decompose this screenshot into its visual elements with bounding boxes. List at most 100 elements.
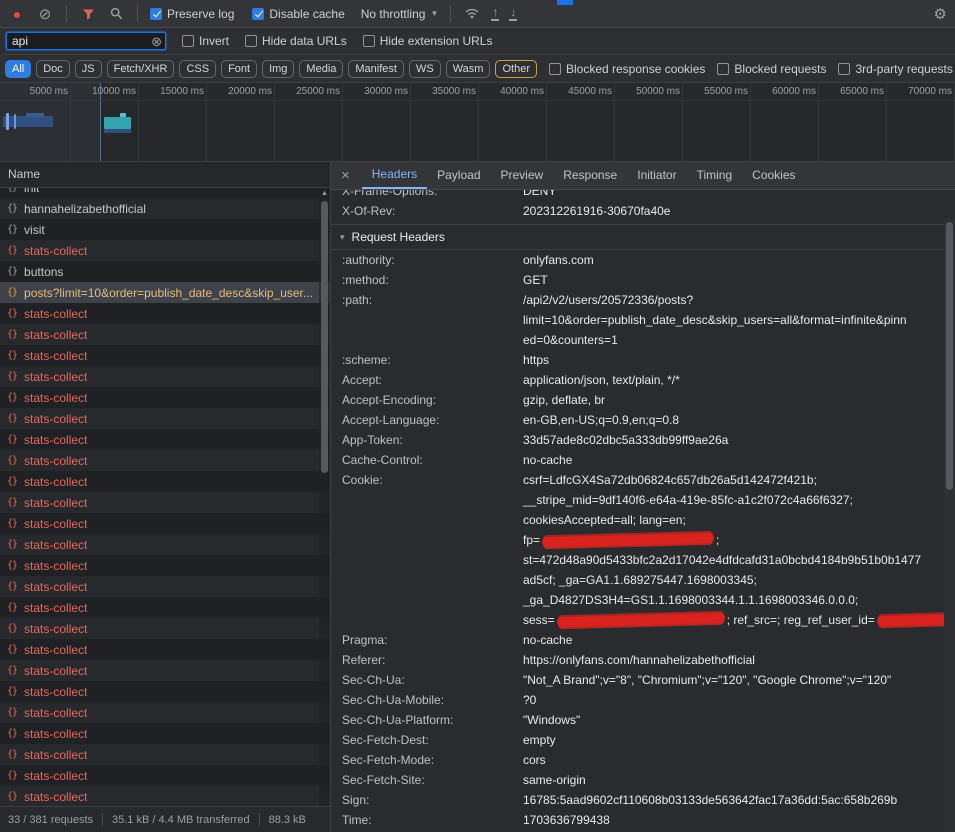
filter-input[interactable] — [6, 32, 166, 50]
scroll-up-arrow-icon[interactable]: ▲ — [321, 190, 328, 197]
request-row[interactable]: {}stats-collect — [0, 534, 330, 555]
request-name: stats-collect — [24, 349, 87, 363]
network-conditions-icon[interactable] — [463, 5, 481, 23]
request-row[interactable]: {}stats-collect — [0, 660, 330, 681]
request-row[interactable]: {}posts?limit=10&order=publish_date_desc… — [0, 282, 330, 303]
detail-tab-initiator[interactable]: Initiator — [627, 162, 686, 189]
request-row[interactable]: {}stats-collect — [0, 387, 330, 408]
type-filter-all[interactable]: All — [5, 60, 31, 78]
type-filter-font[interactable]: Font — [221, 60, 257, 78]
request-type-icon: {} — [7, 623, 17, 634]
detail-tab-preview[interactable]: Preview — [491, 162, 554, 189]
request-name: hannahelizabethofficial — [24, 202, 146, 216]
header-row: X-Of-Rev:202312261916-30670fa40e — [331, 201, 955, 221]
checkbox[interactable] — [245, 35, 257, 47]
throttling-dropdown[interactable]: No throttling ▼ — [361, 7, 439, 21]
request-row[interactable]: {}stats-collect — [0, 786, 330, 806]
request-row[interactable]: {}stats-collect — [0, 366, 330, 387]
type-filter-img[interactable]: Img — [262, 60, 294, 78]
request-row[interactable]: {}stats-collect — [0, 492, 330, 513]
network-overview-timeline[interactable]: 5000 ms10000 ms15000 ms20000 ms25000 ms3… — [0, 83, 955, 162]
checkbox[interactable] — [252, 8, 264, 20]
checkbox[interactable] — [549, 63, 561, 75]
request-list-scrollbar[interactable]: ▲ — [319, 188, 330, 806]
request-row[interactable]: {}stats-collect — [0, 450, 330, 471]
header-row: Referer:https://onlyfans.com/hannaheliza… — [331, 650, 955, 670]
filter-checkbox-invert[interactable]: Invert — [182, 34, 229, 48]
clear-filter-input-icon[interactable]: ⊗ — [151, 34, 162, 50]
record-icon[interactable]: ● — [8, 5, 26, 23]
request-row[interactable]: {}stats-collect — [0, 618, 330, 639]
request-name: stats-collect — [24, 580, 87, 594]
type-filter-other[interactable]: Other — [495, 60, 537, 78]
header-value: cors — [523, 750, 560, 770]
detail-tab-response[interactable]: Response — [553, 162, 627, 189]
request-row[interactable]: {}visit — [0, 219, 330, 240]
type-filter-manifest[interactable]: Manifest — [348, 60, 404, 78]
type-filter-js[interactable]: JS — [75, 60, 102, 78]
type-filter-wasm[interactable]: Wasm — [446, 60, 491, 78]
filter-checkbox-hide-extension-urls[interactable]: Hide extension URLs — [363, 34, 493, 48]
request-row[interactable]: {}stats-collect — [0, 408, 330, 429]
typefilter-checkbox-blocked-requests[interactable]: Blocked requests — [717, 62, 826, 76]
request-row[interactable]: {}buttons — [0, 261, 330, 282]
request-row[interactable]: {}stats-collect — [0, 471, 330, 492]
request-row[interactable]: {}stats-collect — [0, 597, 330, 618]
request-row[interactable]: {}stats-collect — [0, 765, 330, 786]
type-filter-media[interactable]: Media — [299, 60, 343, 78]
type-filter-fetch-xhr[interactable]: Fetch/XHR — [107, 60, 175, 78]
detail-tab-payload[interactable]: Payload — [427, 162, 490, 189]
filter-icon[interactable] — [79, 5, 97, 23]
checkbox[interactable] — [363, 35, 375, 47]
toolbar-checkbox-preserve-log[interactable]: Preserve log — [150, 7, 234, 21]
scrollbar-thumb[interactable] — [946, 222, 953, 490]
type-filter-ws[interactable]: WS — [409, 60, 441, 78]
request-row[interactable]: {}stats-collect — [0, 744, 330, 765]
request-row[interactable]: {}stats-collect — [0, 639, 330, 660]
detail-tab-cookies[interactable]: Cookies — [742, 162, 805, 189]
toolbar-checkbox-disable-cache[interactable]: Disable cache — [252, 7, 344, 21]
request-row[interactable]: {}stats-collect — [0, 555, 330, 576]
type-filter-doc[interactable]: Doc — [36, 60, 70, 78]
request-row[interactable]: {}stats-collect — [0, 429, 330, 450]
type-filter-css[interactable]: CSS — [179, 60, 216, 78]
disclosure-triangle-icon[interactable]: ▾ — [340, 232, 345, 243]
request-row[interactable]: {}stats-collect — [0, 345, 330, 366]
header-value: https — [523, 350, 563, 370]
request-row[interactable]: {}stats-collect — [0, 681, 330, 702]
request-row[interactable]: {}stats-collect — [0, 576, 330, 597]
request-row[interactable]: {}init — [0, 188, 330, 198]
close-detail-icon[interactable]: × — [341, 167, 350, 184]
header-name: Sec-Ch-Ua-Mobile: — [331, 690, 523, 710]
detail-tab-timing[interactable]: Timing — [687, 162, 743, 189]
settings-gear-icon[interactable]: ⚙ — [934, 5, 947, 23]
request-row[interactable]: {}stats-collect — [0, 303, 330, 324]
clear-network-log-icon[interactable]: ⊘ — [36, 5, 54, 23]
checkbox[interactable] — [838, 63, 850, 75]
typefilter-checkbox-3rd-party-requests[interactable]: 3rd-party requests — [838, 62, 952, 76]
detail-tab-headers[interactable]: Headers — [362, 162, 427, 189]
request-row[interactable]: {}stats-collect — [0, 513, 330, 534]
export-har-icon[interactable]: ↓ — [509, 7, 517, 21]
name-column-header[interactable]: Name — [0, 162, 330, 188]
timeline-label: 65000 ms — [826, 86, 884, 97]
checkbox[interactable] — [150, 8, 162, 20]
import-har-icon[interactable]: ↑ — [491, 7, 499, 21]
headers-viewport[interactable]: X-Frame-Options:DENYX-Of-Rev:20231226191… — [331, 190, 955, 832]
timeline-label: 40000 ms — [486, 86, 544, 97]
request-row[interactable]: {}stats-collect — [0, 240, 330, 261]
request-name: stats-collect — [24, 727, 87, 741]
checkbox[interactable] — [717, 63, 729, 75]
request-row[interactable]: {}stats-collect — [0, 702, 330, 723]
header-value: no-cache — [523, 630, 586, 650]
request-row[interactable]: {}hannahelizabethofficial — [0, 198, 330, 219]
typefilter-checkbox-blocked-response-cookies[interactable]: Blocked response cookies — [549, 62, 705, 76]
detail-scrollbar[interactable] — [944, 218, 955, 832]
checkbox[interactable] — [182, 35, 194, 47]
request-row[interactable]: {}stats-collect — [0, 324, 330, 345]
scrollbar-thumb[interactable] — [321, 201, 328, 473]
request-headers-section[interactable]: ▾ Request Headers — [331, 224, 955, 250]
filter-checkbox-hide-data-urls[interactable]: Hide data URLs — [245, 34, 347, 48]
search-icon[interactable] — [107, 5, 125, 23]
request-row[interactable]: {}stats-collect — [0, 723, 330, 744]
